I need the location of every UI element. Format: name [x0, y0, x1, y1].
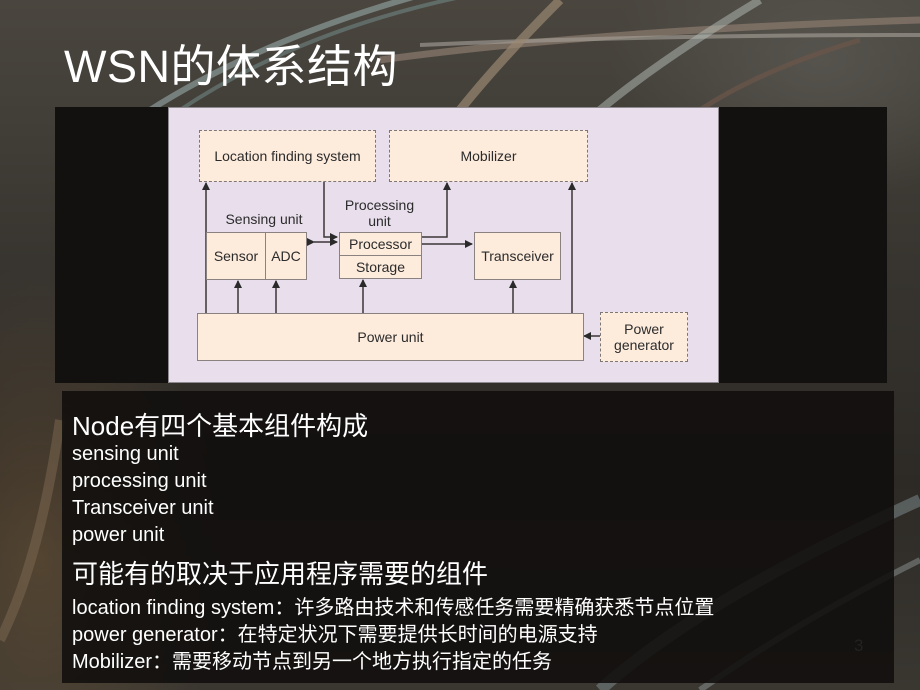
optional-component-item: location finding system：许多路由技术和传感任务需要精确获…	[72, 597, 715, 619]
sensor-box: Sensor	[206, 232, 266, 280]
content-text-panel: Node有四个基本组件构成 sensing unit processing un…	[62, 391, 894, 683]
basic-components-heading: Node有四个基本组件构成	[72, 411, 369, 441]
basic-component-item: processing unit	[72, 470, 207, 492]
adc-box: ADC	[265, 232, 307, 280]
processor-label: Processor	[348, 236, 413, 252]
slide-title: WSN的体系结构	[64, 41, 398, 92]
optional-components-heading: 可能有的取决于应用程序需要的组件	[72, 559, 489, 589]
basic-component-item: Transceiver unit	[72, 497, 214, 519]
storage-label: Storage	[355, 259, 406, 275]
basic-component-item: power unit	[72, 524, 165, 546]
location-finding-system-label: Location finding system	[214, 148, 361, 164]
mobilizer-box: Mobilizer	[389, 130, 588, 182]
transceiver-box: Transceiver	[474, 232, 561, 280]
processing-unit-label-line1: Processing	[344, 197, 415, 213]
optional-component-item: power generator：在特定状况下需要提供长时间的电源支持	[72, 624, 598, 646]
adc-label: ADC	[271, 248, 301, 264]
power-generator-label-line2: generator	[614, 337, 674, 353]
power-unit-box: Power unit	[197, 313, 584, 361]
sensing-unit-label: Sensing unit	[225, 211, 303, 227]
sensor-label: Sensor	[213, 248, 259, 264]
transceiver-label: Transceiver	[481, 248, 554, 264]
storage-box: Storage	[339, 255, 422, 279]
processor-box: Processor	[339, 232, 422, 256]
location-finding-system-box: Location finding system	[199, 130, 376, 182]
power-generator-label-line1: Power	[624, 321, 664, 337]
processing-unit-label-line2: unit	[368, 213, 391, 229]
power-generator-box: Power generator	[600, 312, 688, 362]
basic-component-item: sensing unit	[72, 443, 179, 465]
mobilizer-label: Mobilizer	[460, 148, 517, 164]
node-architecture-diagram: Location finding system Mobilizer Sensin…	[168, 107, 719, 383]
page-number: 3	[854, 636, 864, 655]
power-unit-label: Power unit	[357, 329, 424, 345]
optional-component-item: Mobilizer：需要移动节点到另一个地方执行指定的任务	[72, 651, 553, 673]
